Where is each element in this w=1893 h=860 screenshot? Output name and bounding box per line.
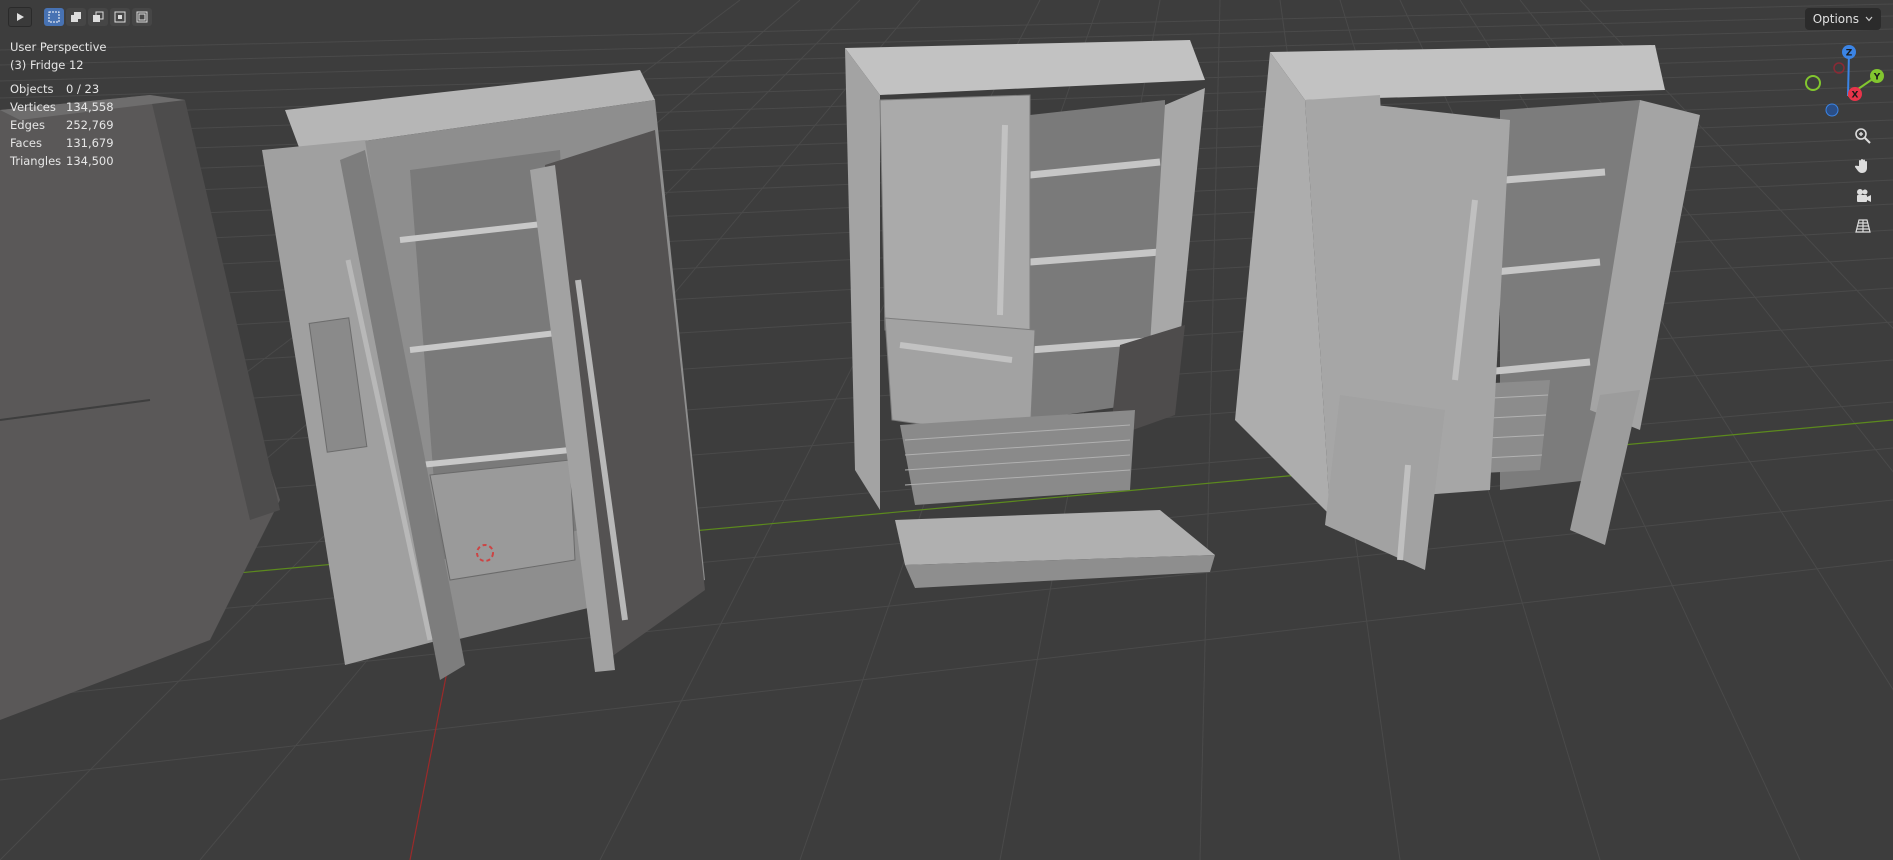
editor-type-button[interactable] [8, 7, 32, 27]
select-new-icon [48, 11, 60, 23]
select-new-button[interactable] [44, 8, 64, 26]
neg-y-axis-handle[interactable] [1805, 75, 1821, 91]
neg-x-axis-handle[interactable] [1833, 62, 1845, 74]
stat-value: 134,558 [66, 100, 114, 114]
active-object-name: (3) Fridge 12 [10, 58, 84, 72]
play-icon [17, 13, 24, 21]
fridge-1[interactable] [262, 70, 705, 680]
select-subtract-icon [93, 11, 104, 22]
pan-button[interactable] [1849, 152, 1877, 180]
select-extend-icon [71, 12, 81, 22]
select-intersect-icon [136, 11, 148, 23]
stat-label: Objects [10, 82, 54, 96]
stat-value: 252,769 [66, 118, 114, 132]
stat-label: Edges [10, 118, 45, 132]
stat-row: Vertices 134,558 [10, 98, 114, 116]
grid-perspective-icon [1855, 219, 1871, 233]
stat-value: 134,500 [66, 154, 114, 168]
stat-row: Triangles 134,500 [10, 152, 114, 170]
stat-label: Triangles [10, 154, 62, 168]
select-difference-icon [114, 11, 126, 23]
chevron-down-icon [1865, 16, 1873, 22]
y-axis-label: Y [1873, 73, 1881, 83]
zoom-icon [1855, 128, 1871, 144]
zoom-button[interactable] [1849, 122, 1877, 150]
select-extend-button[interactable] [66, 8, 86, 26]
stat-row: Faces 131,679 [10, 134, 114, 152]
select-intersect-button[interactable] [132, 8, 152, 26]
z-axis-label: Z [1846, 49, 1853, 59]
stat-value: 131,679 [66, 136, 114, 150]
camera-icon [1857, 189, 1871, 202]
fridge-3[interactable] [1235, 45, 1700, 570]
stat-row: Objects 0 / 23 [10, 80, 114, 98]
stat-row: Edges 252,769 [10, 116, 114, 134]
fridge-partial-left[interactable] [0, 95, 280, 720]
fridge-2[interactable] [845, 40, 1215, 588]
camera-view-button[interactable] [1849, 182, 1877, 210]
stat-label: Vertices [10, 100, 56, 114]
select-mode-group [44, 8, 152, 26]
select-difference-button[interactable] [110, 8, 130, 26]
scene-canvas[interactable] [0, 0, 1893, 860]
navigation-gizmo[interactable]: Z Y X [1793, 38, 1893, 122]
stat-value: 0 / 23 [66, 82, 100, 96]
x-axis-label: X [1852, 91, 1859, 101]
select-subtract-button[interactable] [88, 8, 108, 26]
neg-z-axis-handle[interactable] [1825, 103, 1839, 117]
view-name: User Perspective [10, 40, 107, 54]
hand-pan-icon [1854, 159, 1867, 173]
stat-label: Faces [10, 136, 42, 150]
options-dropdown[interactable]: Options [1804, 8, 1881, 30]
3d-viewport[interactable]: User Perspective (3) Fridge 12 Objects 0 … [0, 0, 1893, 860]
projection-toggle-button[interactable] [1849, 212, 1877, 240]
viewport-stats: User Perspective (3) Fridge 12 Objects 0 … [10, 38, 114, 170]
options-label: Options [1812, 12, 1859, 26]
